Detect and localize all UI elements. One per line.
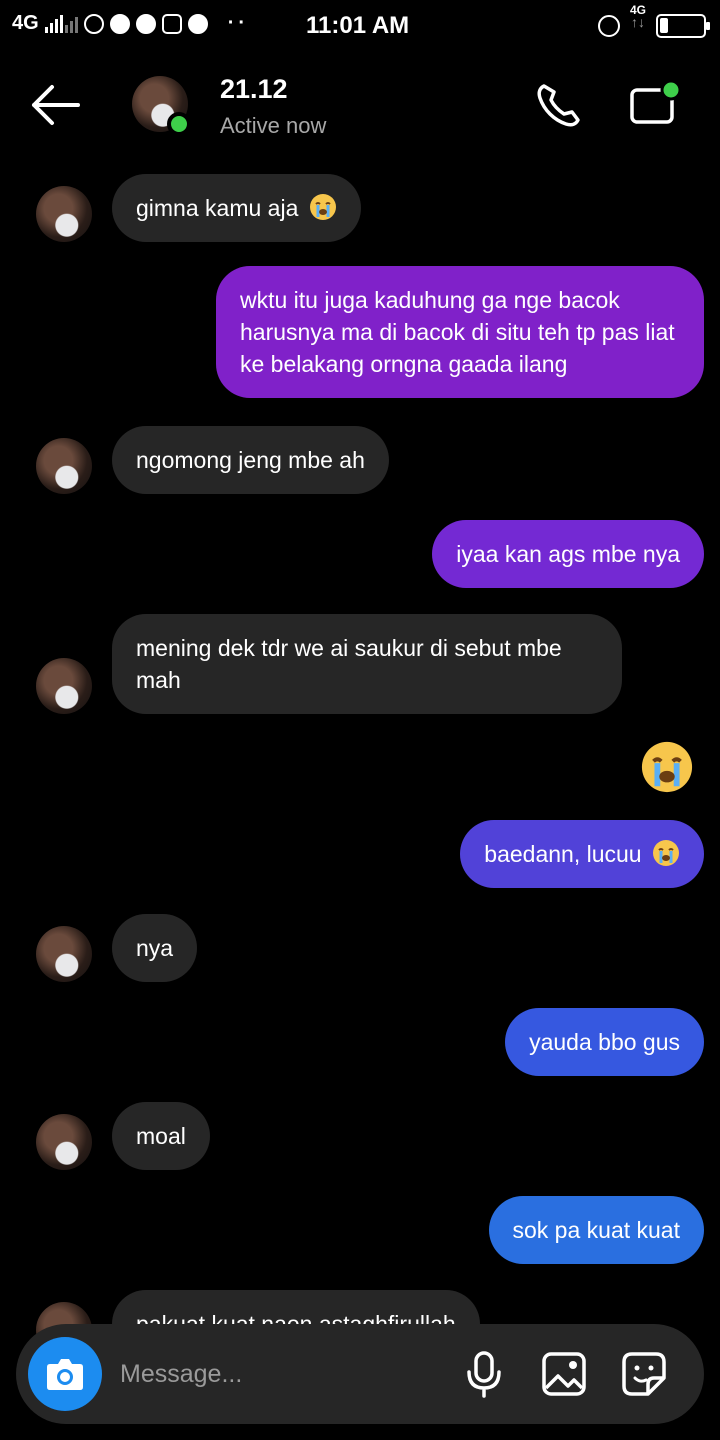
clock: 11:01 AM	[306, 12, 410, 39]
back-button[interactable]	[28, 80, 84, 130]
sticker-icon	[622, 1352, 666, 1396]
video-call-button[interactable]	[628, 79, 684, 130]
video-camera-icon	[630, 79, 682, 124]
battery-icon	[656, 14, 710, 38]
battery-fill	[660, 18, 668, 33]
crying-face-icon	[309, 194, 336, 220]
alarm-icon	[597, 15, 620, 37]
sender-avatar[interactable]	[36, 926, 92, 982]
gallery-button[interactable]	[540, 1350, 588, 1398]
message-icon	[109, 13, 130, 34]
data-arrows-icon: ↑↓	[630, 14, 645, 30]
message-text: gimna kamu aja	[136, 195, 299, 221]
message-outgoing[interactable]: sok pa kuat kuat	[488, 1196, 704, 1264]
message-incoming[interactable]: ngomong jeng mbe ah	[112, 426, 389, 494]
message-incoming[interactable]: nya	[112, 914, 198, 982]
crying-face-icon[interactable]	[640, 740, 694, 794]
phone-icon	[537, 84, 580, 127]
message-text: sok pa kuat kuat	[512, 1217, 681, 1243]
message-text: moal	[136, 1123, 186, 1149]
voice-message-button[interactable]	[462, 1350, 506, 1398]
status-right: 4G ↑↓	[597, 4, 710, 38]
image-icon	[542, 1352, 586, 1396]
message-text: yauda bbo gus	[529, 1029, 680, 1055]
camera-button[interactable]	[28, 1337, 102, 1411]
instagram-icon	[161, 13, 182, 34]
voice-call-button[interactable]	[534, 80, 586, 130]
message-outgoing[interactable]: wktu itu juga kaduhung ga nge bacok haru…	[216, 266, 704, 398]
message-incoming[interactable]: mening dek tdr we ai saukur di sebut mbe…	[112, 614, 622, 714]
message-outgoing[interactable]: baedann, lucuu	[460, 820, 704, 888]
message-text: ngomong jeng mbe ah	[136, 447, 365, 473]
crying-face-icon	[653, 840, 679, 866]
message-composer	[16, 1324, 704, 1424]
compass-icon	[135, 13, 156, 34]
data-indicator: 4G ↑↓	[630, 4, 646, 30]
signal-icon	[44, 14, 78, 33]
message-text: mening dek tdr we ai saukur di sebut mbe…	[136, 635, 562, 693]
message-incoming[interactable]: moal	[112, 1102, 210, 1170]
message-text: nya	[136, 935, 174, 961]
message-incoming[interactable]: gimna kamu aja	[112, 174, 361, 242]
message-input[interactable]	[120, 1354, 440, 1394]
whatsapp-icon	[83, 13, 104, 34]
chat-header: 21.12 Active now	[0, 60, 720, 150]
contact-status: Active now	[220, 113, 327, 138]
message-text: baedann, lucuu	[484, 841, 642, 867]
status-left: 4G ··	[12, 12, 249, 35]
sender-avatar[interactable]	[36, 1114, 92, 1170]
sender-avatar[interactable]	[36, 438, 92, 494]
message-text: wktu itu juga kaduhung ga nge bacok haru…	[240, 287, 675, 377]
message-text: iyaa kan ags mbe nya	[456, 541, 680, 567]
sender-avatar[interactable]	[36, 658, 92, 714]
arrow-left-icon	[32, 85, 80, 125]
microphone-icon	[467, 1351, 501, 1398]
sticker-button[interactable]	[620, 1350, 668, 1398]
online-indicator	[167, 112, 191, 136]
sender-avatar[interactable]	[36, 186, 92, 242]
pinterest-icon	[187, 13, 208, 34]
network-label: 4G	[12, 12, 39, 34]
more-notifications-icon: ··	[227, 12, 250, 34]
camera-icon	[47, 1359, 83, 1390]
status-bar: 4G ·· 11:01 AM 4G ↑↓	[0, 0, 720, 52]
message-outgoing[interactable]: yauda bbo gus	[505, 1008, 704, 1076]
contact-name[interactable]: 21.12	[220, 74, 288, 105]
message-outgoing[interactable]: iyaa kan ags mbe nya	[432, 520, 704, 588]
